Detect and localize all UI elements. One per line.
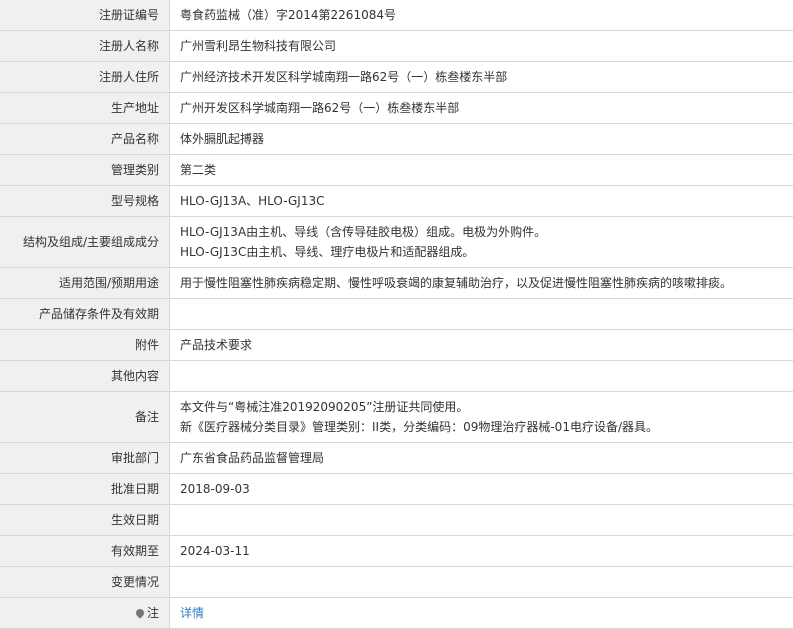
- field-label: 有效期至: [0, 536, 170, 567]
- value-line: 广州经济技术开发区科学城南翔一路62号（一）栋叁楼东半部: [180, 70, 507, 84]
- row-note: 注 详情: [0, 598, 793, 629]
- row-intended-use: 适用范围/预期用途 用于慢性阻塞性肺疾病稳定期、慢性呼吸衰竭的康复辅助治疗，以及…: [0, 268, 793, 299]
- field-label: 审批部门: [0, 443, 170, 474]
- field-value: [170, 361, 793, 392]
- field-label: 备注: [0, 392, 170, 443]
- field-value: 广州开发区科学城南翔一路62号（一）栋叁楼东半部: [170, 93, 793, 124]
- field-value: 产品技术要求: [170, 330, 793, 361]
- value-line: 体外膈肌起搏器: [180, 132, 264, 146]
- row-remarks: 备注 本文件与“粤械注准20192090205”注册证共同使用。 新《医疗器械分…: [0, 392, 793, 443]
- field-label: 注: [0, 598, 170, 629]
- registration-record-table: 注册证编号 粤食药监械（准）字2014第2261084号 注册人名称 广州雪利昂…: [0, 0, 793, 629]
- field-value: 广东省食品药品监督管理局: [170, 443, 793, 474]
- row-product-name: 产品名称 体外膈肌起搏器: [0, 124, 793, 155]
- row-approval-date: 批准日期 2018-09-03: [0, 474, 793, 505]
- row-model-spec: 型号规格 HLO-GJ13A、HLO-GJ13C: [0, 186, 793, 217]
- field-label: 其他内容: [0, 361, 170, 392]
- field-label: 结构及组成/主要组成成分: [0, 217, 170, 268]
- field-label: 管理类别: [0, 155, 170, 186]
- field-value: 详情: [170, 598, 793, 629]
- field-label: 适用范围/预期用途: [0, 268, 170, 299]
- value-line: 广州开发区科学城南翔一路62号（一）栋叁楼东半部: [180, 101, 459, 115]
- field-value: 2018-09-03: [170, 474, 793, 505]
- row-production-address: 生产地址 广州开发区科学城南翔一路62号（一）栋叁楼东半部: [0, 93, 793, 124]
- field-label: 批准日期: [0, 474, 170, 505]
- field-value: 2024-03-11: [170, 536, 793, 567]
- field-label: 注册人名称: [0, 31, 170, 62]
- value-line: HLO-GJ13A由主机、导线（含传导硅胶电极）组成。电极为外购件。: [180, 222, 783, 242]
- field-label: 注册证编号: [0, 0, 170, 31]
- value-line: 第二类: [180, 163, 216, 177]
- value-line: 粤食药监械（准）字2014第2261084号: [180, 8, 396, 22]
- field-value: HLO-GJ13A、HLO-GJ13C: [170, 186, 793, 217]
- field-label: 变更情况: [0, 567, 170, 598]
- row-other-content: 其他内容: [0, 361, 793, 392]
- row-structure-composition: 结构及组成/主要组成成分 HLO-GJ13A由主机、导线（含传导硅胶电极）组成。…: [0, 217, 793, 268]
- field-value: 广州雪利昂生物科技有限公司: [170, 31, 793, 62]
- row-registrant-address: 注册人住所 广州经济技术开发区科学城南翔一路62号（一）栋叁楼东半部: [0, 62, 793, 93]
- field-label: 附件: [0, 330, 170, 361]
- value-line: 用于慢性阻塞性肺疾病稳定期、慢性呼吸衰竭的康复辅助治疗，以及促进慢性阻塞性肺疾病…: [180, 276, 732, 290]
- row-change-status: 变更情况: [0, 567, 793, 598]
- note-label: 注: [147, 606, 159, 620]
- value-line: 新《医疗器械分类目录》管理类别：II类，分类编码：09物理治疗器械-01电疗设备…: [180, 417, 783, 437]
- field-label: 注册人住所: [0, 62, 170, 93]
- value-line: 广东省食品药品监督管理局: [180, 451, 324, 465]
- value-line: 本文件与“粤械注准20192090205”注册证共同使用。: [180, 397, 783, 417]
- row-attachment: 附件 产品技术要求: [0, 330, 793, 361]
- value-line: 2024-03-11: [180, 544, 250, 558]
- row-registration-number: 注册证编号 粤食药监械（准）字2014第2261084号: [0, 0, 793, 31]
- field-value: 本文件与“粤械注准20192090205”注册证共同使用。 新《医疗器械分类目录…: [170, 392, 793, 443]
- field-value: 广州经济技术开发区科学城南翔一路62号（一）栋叁楼东半部: [170, 62, 793, 93]
- field-label: 产品名称: [0, 124, 170, 155]
- details-link[interactable]: 详情: [180, 606, 204, 620]
- row-effective-date: 生效日期: [0, 505, 793, 536]
- field-value: 第二类: [170, 155, 793, 186]
- field-value: HLO-GJ13A由主机、导线（含传导硅胶电极）组成。电极为外购件。 HLO-G…: [170, 217, 793, 268]
- field-label: 产品储存条件及有效期: [0, 299, 170, 330]
- value-line: HLO-GJ13C由主机、导线、理疗电极片和适配器组成。: [180, 242, 783, 262]
- row-management-category: 管理类别 第二类: [0, 155, 793, 186]
- field-value: [170, 505, 793, 536]
- pin-icon: [134, 607, 145, 618]
- field-value: 用于慢性阻塞性肺疾病稳定期、慢性呼吸衰竭的康复辅助治疗，以及促进慢性阻塞性肺疾病…: [170, 268, 793, 299]
- field-label: 生产地址: [0, 93, 170, 124]
- row-expiry-date: 有效期至 2024-03-11: [0, 536, 793, 567]
- field-value: 粤食药监械（准）字2014第2261084号: [170, 0, 793, 31]
- row-approval-department: 审批部门 广东省食品药品监督管理局: [0, 443, 793, 474]
- row-registrant-name: 注册人名称 广州雪利昂生物科技有限公司: [0, 31, 793, 62]
- row-storage-conditions: 产品储存条件及有效期: [0, 299, 793, 330]
- field-value: 体外膈肌起搏器: [170, 124, 793, 155]
- value-line: 产品技术要求: [180, 338, 252, 352]
- field-label: 生效日期: [0, 505, 170, 536]
- value-line: 广州雪利昂生物科技有限公司: [180, 39, 336, 53]
- field-value: [170, 299, 793, 330]
- field-value: [170, 567, 793, 598]
- field-label: 型号规格: [0, 186, 170, 217]
- value-line: 2018-09-03: [180, 482, 250, 496]
- value-line: HLO-GJ13A、HLO-GJ13C: [180, 194, 324, 208]
